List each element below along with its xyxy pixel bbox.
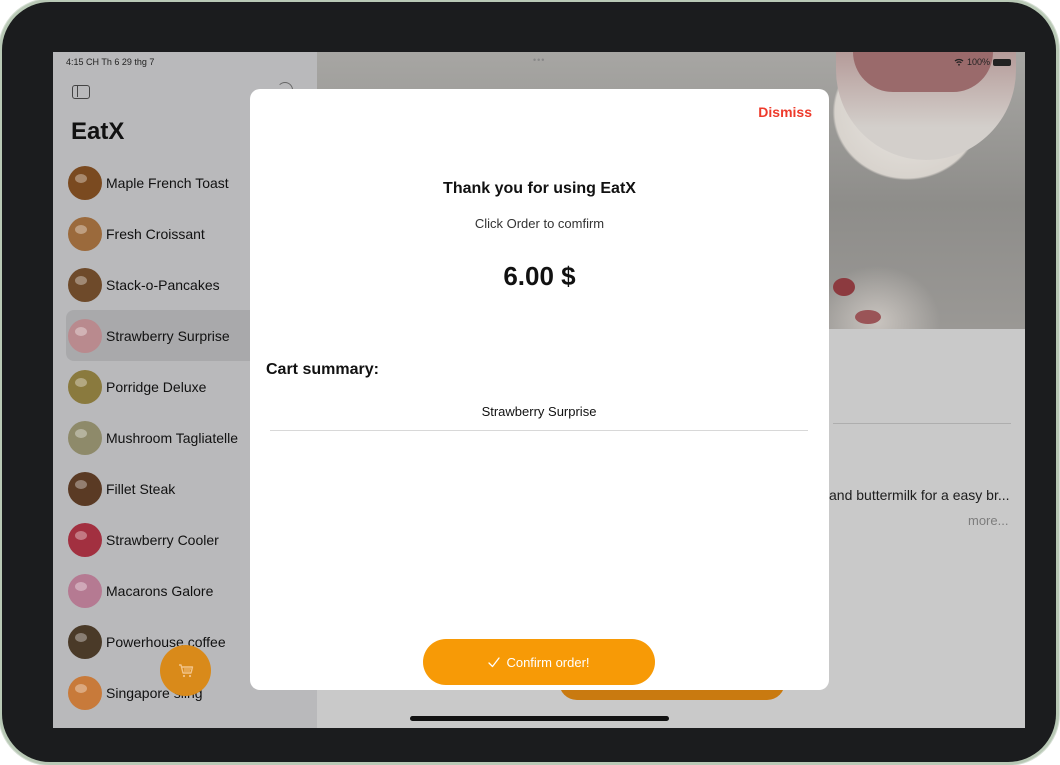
modal-heading: Thank you for using EatX [443,180,636,197]
sidebar-item-label: Fresh Croissant [106,225,205,242]
cart-item: Strawberry Surprise [270,392,808,431]
sidebar-item-label: Strawberry Surprise [106,327,230,344]
food-thumbnail [68,675,102,710]
cart-list: Strawberry Surprise [270,392,808,431]
food-thumbnail [68,369,102,404]
item-description: and buttermilk for a easy br... [829,487,1010,503]
cart-summary-label: Cart summary: [266,361,379,378]
strawberry-image [833,278,855,296]
total-price: 6.00 $ [503,261,576,291]
sidebar-item-label: Fillet Steak [106,480,176,497]
battery-percent: 100% [966,57,990,67]
food-thumbnail [68,165,102,200]
strawberry-image [855,310,881,324]
home-indicator[interactable] [410,716,669,721]
food-thumbnail [68,471,102,506]
sidebar-item-label: Mushroom Tagliatelle [106,429,239,446]
sidebar-item-label: Maple French Toast [106,174,229,191]
cart-button[interactable] [160,645,211,696]
food-thumbnail [68,624,102,659]
sidebar-item-label: Porridge Deluxe [106,378,207,395]
wifi-icon [954,58,964,66]
food-thumbnail [68,267,102,302]
cart-icon [178,663,193,677]
sidebar-item-label: Stack-o-Pancakes [106,276,220,293]
checkmark-icon [488,656,501,667]
food-thumbnail [68,216,102,251]
sidebar-item-label: Strawberry Cooler [106,531,219,548]
more-link[interactable]: more... [968,513,1008,528]
sidebar-item-label: Powerhouse coffee [106,633,226,650]
app-title: EatX [71,118,125,145]
order-confirmation-modal: Dismiss Thank you for using EatX Click O… [250,89,829,690]
detail-divider [833,423,1011,424]
status-right: 100% [954,57,1011,67]
food-thumbnail [68,420,102,455]
multitasking-dots[interactable]: ••• [533,55,545,65]
food-thumbnail [68,573,102,608]
device-frame: EatX Maple French Toast Fresh Croissant St… [2,2,1056,762]
dismiss-button[interactable]: Dismiss [758,104,812,120]
screen: EatX Maple French Toast Fresh Croissant St… [53,52,1025,728]
confirm-order-button[interactable]: Confirm order! [423,639,655,685]
status-time: 4:15 CH Th 6 29 thg 7 [66,57,155,67]
modal-subheading: Click Order to comfirm [474,216,605,231]
food-thumbnail [68,522,102,557]
sidebar-item-label: Macarons Galore [106,582,214,599]
food-thumbnail [68,318,102,353]
sidebar-toggle-icon[interactable] [72,85,90,99]
confirm-order-label: Confirm order! [506,654,590,670]
battery-icon [993,58,1011,66]
